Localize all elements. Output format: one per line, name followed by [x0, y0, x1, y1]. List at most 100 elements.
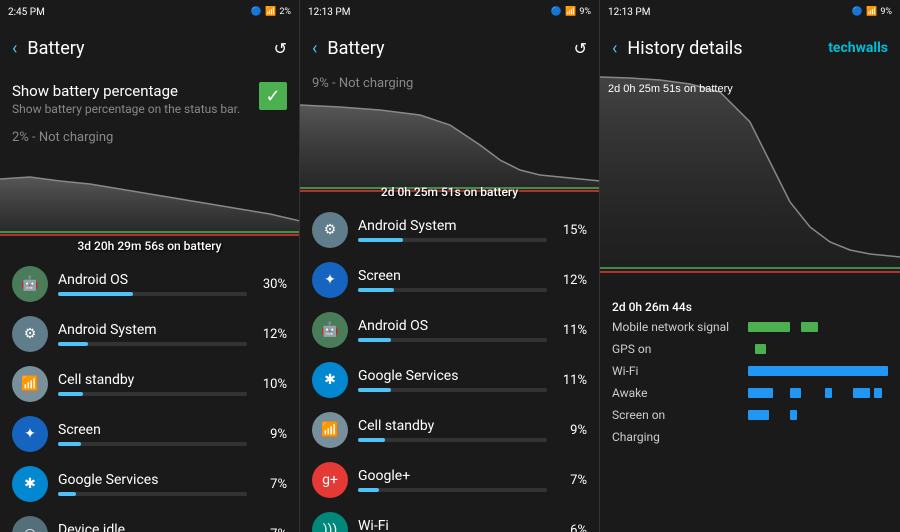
list-item[interactable]: 📶 Cell standby 10% — [0, 359, 299, 409]
back-button-left[interactable]: ‹ — [12, 38, 17, 59]
item-name: Cell standby — [58, 372, 247, 388]
item-bar — [358, 338, 391, 342]
screen-icon: ✦ — [12, 416, 48, 452]
history-row: Awake — [600, 382, 900, 404]
history-chart: 2d 0h 25m 51s on battery — [600, 72, 900, 292]
panel-middle: 12:13 PM 🔵 📶 9% ‹ Battery ↺ 9% - Not cha… — [300, 0, 600, 532]
google-services-icon: ✱ — [12, 466, 48, 502]
status-bar-middle: 12:13 PM 🔵 📶 9% — [300, 0, 599, 24]
item-pct: 7% — [257, 477, 287, 492]
history-segment — [853, 388, 870, 398]
signal-icon: 📶 — [265, 7, 276, 17]
chart-svg-left — [0, 149, 299, 239]
bt-icon: 🔵 — [251, 7, 262, 17]
list-item[interactable]: 📶 Cell standby 9% — [300, 405, 599, 455]
item-bar-container — [58, 292, 247, 296]
item-bar-container — [358, 438, 547, 442]
item-pct: 11% — [557, 373, 587, 388]
back-button-middle[interactable]: ‹ — [312, 38, 317, 59]
not-charging-middle: 9% - Not charging — [300, 72, 599, 95]
item-pct: 30% — [257, 277, 287, 292]
battery-chart-middle: 2d 0h 25m 51s on battery — [300, 95, 599, 205]
item-pct: 7% — [557, 473, 587, 488]
toggle-checkmark[interactable]: ✓ — [259, 82, 287, 110]
panel-left: 2:45 PM 🔵 📶 2% ‹ Battery ↺ Show battery … — [0, 0, 300, 532]
list-item[interactable]: ))) Wi-Fi 6% — [300, 505, 599, 532]
toggle-title: Show battery percentage — [12, 82, 240, 100]
history-row-label: Charging — [612, 430, 742, 444]
list-item[interactable]: ⚙ Android System 12% — [0, 309, 299, 359]
item-pct: 12% — [257, 327, 287, 342]
battery-pct-m: 9% — [579, 7, 591, 17]
android-os-icon: 🤖 — [12, 266, 48, 302]
device-icon: ◎ — [12, 516, 48, 532]
item-name: Google+ — [358, 468, 547, 484]
item-bar-container — [358, 338, 547, 342]
history-row: GPS on — [600, 338, 900, 360]
battery-pct-r: 9% — [880, 7, 892, 17]
history-row: Wi-Fi — [600, 360, 900, 382]
status-bar-right: 12:13 PM 🔵 📶 9% — [600, 0, 900, 24]
item-bar — [58, 392, 83, 396]
item-bar — [358, 288, 394, 292]
status-bar-left: 2:45 PM 🔵 📶 2% — [0, 0, 299, 24]
battery-list-middle: ⚙ Android System 15% ✦ Screen 12% 🤖 Andr… — [300, 205, 599, 532]
item-name: Android OS — [58, 272, 247, 288]
refresh-button-middle[interactable]: ↺ — [574, 39, 587, 58]
list-item[interactable]: 🤖 Android OS 11% — [300, 305, 599, 355]
bt-icon-r: 🔵 — [852, 7, 863, 17]
header-title-middle: Battery — [327, 38, 563, 59]
item-pct: 12% — [557, 273, 587, 288]
status-time-right: 12:13 PM — [608, 7, 650, 18]
header-middle: ‹ Battery ↺ — [300, 24, 599, 72]
history-row-bar — [748, 344, 888, 354]
show-battery-toggle[interactable]: Show battery percentage Show battery per… — [0, 72, 299, 126]
item-bar-container — [58, 442, 247, 446]
item-pct: 10% — [257, 377, 287, 392]
not-charging-left: 2% - Not charging — [0, 126, 299, 149]
list-item[interactable]: ◎ Device idle 7% — [0, 509, 299, 532]
techwalls-logo: techwalls — [828, 40, 888, 56]
chart-label-middle: 2d 0h 25m 51s on battery — [381, 185, 518, 199]
history-segment — [825, 388, 832, 398]
list-item[interactable]: ✦ Screen 9% — [0, 409, 299, 459]
battery-pct: 2% — [279, 7, 291, 17]
item-bar-container — [58, 342, 247, 346]
list-item[interactable]: ✦ Screen 12% — [300, 255, 599, 305]
history-segment — [790, 410, 797, 420]
item-bar — [58, 442, 81, 446]
back-button-right[interactable]: ‹ — [612, 38, 617, 59]
history-segment — [748, 388, 773, 398]
item-bar-container — [358, 388, 547, 392]
history-row-label: Mobile network signal — [612, 320, 742, 334]
history-row-bar — [748, 388, 888, 398]
list-item[interactable]: ⚙ Android System 15% — [300, 205, 599, 255]
status-icons-middle: 🔵 📶 9% — [551, 7, 591, 17]
battery-chart-left: 3d 20h 29m 56s on battery — [0, 149, 299, 259]
history-row: Charging — [600, 426, 900, 448]
status-icons-left: 🔵 📶 2% — [251, 7, 291, 17]
item-name: Screen — [58, 422, 247, 438]
android-system-icon: ⚙ — [12, 316, 48, 352]
history-segment — [748, 322, 790, 332]
history-segment — [874, 388, 882, 398]
item-pct: 11% — [557, 323, 587, 338]
history-row-bar — [748, 366, 888, 376]
item-name: Google Services — [358, 368, 547, 384]
history-row-bar — [748, 410, 888, 420]
status-time-left: 2:45 PM — [8, 7, 45, 18]
history-row-bar — [748, 322, 888, 332]
history-row-label: Wi-Fi — [612, 364, 742, 378]
history-segment — [755, 344, 766, 354]
header-title-left: Battery — [27, 38, 263, 59]
item-pct: 15% — [557, 223, 587, 238]
screen-icon: ✦ — [312, 262, 348, 298]
list-item[interactable]: ✱ Google Services 7% — [0, 459, 299, 509]
list-item[interactable]: g+ Google+ 7% — [300, 455, 599, 505]
list-item[interactable]: 🤖 Android OS 30% — [0, 259, 299, 309]
history-time-label: 2d 0h 26m 44s — [600, 296, 900, 316]
history-details-list: 2d 0h 26m 44s Mobile network signal GPS … — [600, 292, 900, 452]
toggle-subtitle: Show battery percentage on the status ba… — [12, 102, 240, 116]
list-item[interactable]: ✱ Google Services 11% — [300, 355, 599, 405]
refresh-button-left[interactable]: ↺ — [274, 39, 287, 58]
